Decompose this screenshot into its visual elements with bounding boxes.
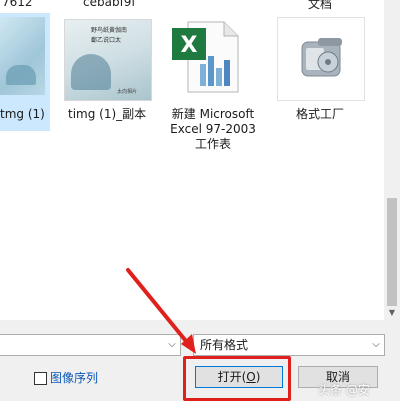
file-thumbnail[interactable]: 野鸟纸黄伽南 鄱乙说口太 太向相片: [64, 19, 152, 101]
scroll-down-arrow-icon[interactable]: ▼: [384, 306, 400, 320]
chevron-down-icon[interactable]: ⌵: [368, 335, 384, 355]
file-name[interactable]: 新建 Microsoft Excel 97-2003 工作表: [165, 107, 261, 152]
excel-file-icon[interactable]: X: [172, 18, 244, 94]
thumb-caption: 太向相片: [117, 89, 138, 95]
file-type-filter[interactable]: 所有格式 ⌵: [193, 334, 385, 356]
chevron-down-icon[interactable]: ⌵: [164, 335, 180, 355]
thumb-text: 野鸟纸黄伽南: [91, 27, 128, 34]
file-name[interactable]: tmg (1): [0, 107, 45, 122]
file-top-label-1[interactable]: 7612: [2, 0, 33, 9]
file-name[interactable]: 格式工厂: [296, 107, 344, 122]
file-top-label-2[interactable]: cebabf9f: [83, 0, 136, 9]
file-list-pane: 7612 cebabf9f 文档 tmg (1) 野鸟纸黄伽南 鄱乙说口太 太向…: [0, 0, 384, 320]
svg-text:X: X: [181, 33, 198, 58]
file-name[interactable]: timg (1)_副本: [68, 107, 146, 122]
file-top-label-3[interactable]: 文档: [308, 0, 332, 12]
scrollbar-thumb[interactable]: [387, 198, 397, 306]
image-sequence-checkbox[interactable]: [34, 372, 47, 385]
thumb-text: 鄱乙说口太: [91, 37, 122, 44]
watermark-text: 头条 @安: [318, 383, 370, 397]
app-shortcut-icon[interactable]: [277, 17, 365, 101]
filename-input[interactable]: ⌵: [0, 334, 181, 356]
file-type-value: 所有格式: [200, 338, 249, 352]
file-thumbnail[interactable]: [0, 17, 45, 95]
image-sequence-label[interactable]: 图像序列: [50, 369, 98, 386]
highlight-box: [183, 356, 291, 401]
